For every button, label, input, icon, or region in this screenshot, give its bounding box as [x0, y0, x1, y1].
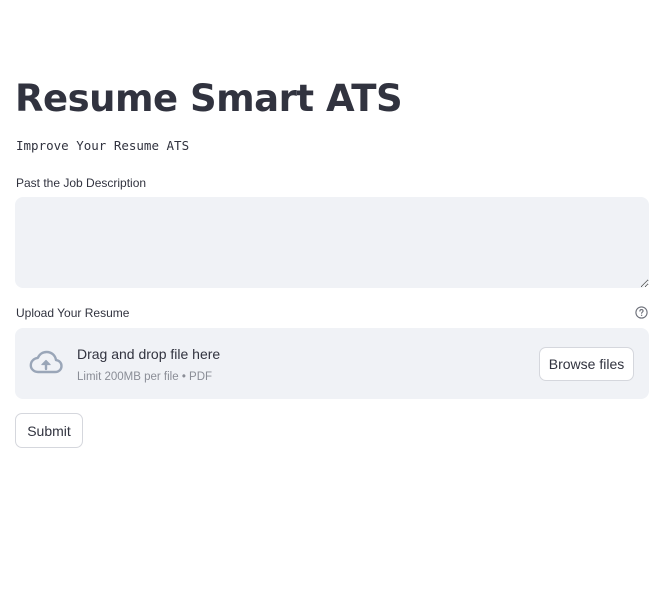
- page-title: Resume Smart ATS: [15, 77, 403, 120]
- question-circle-icon[interactable]: [635, 306, 648, 319]
- browse-files-button[interactable]: Browse files: [539, 347, 634, 381]
- resume-upload-label: Upload Your Resume: [16, 306, 130, 320]
- dropzone-file-limit: Limit 200MB per file • PDF: [77, 371, 213, 383]
- page-subtitle: Improve Your Resume ATS: [16, 138, 190, 153]
- file-dropzone[interactable]: Drag and drop file here Limit 200MB per …: [15, 328, 649, 399]
- job-description-input[interactable]: [15, 197, 649, 288]
- cloud-upload-icon: [29, 349, 63, 377]
- dropzone-instructions: Drag and drop file here: [77, 346, 221, 362]
- job-description-label: Past the Job Description: [16, 176, 147, 190]
- app-page: Resume Smart ATS Improve Your Resume ATS…: [0, 0, 654, 598]
- submit-button[interactable]: Submit: [15, 413, 83, 448]
